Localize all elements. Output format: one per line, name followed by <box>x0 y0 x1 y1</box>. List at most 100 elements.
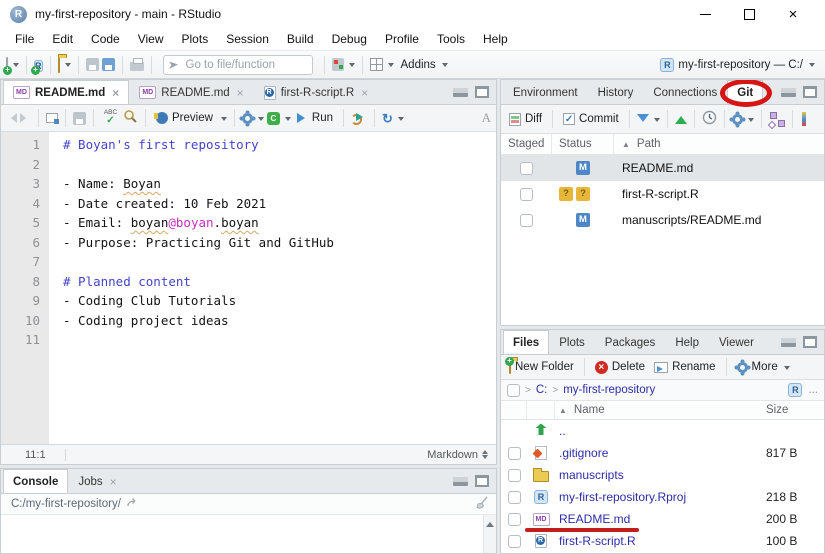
file-checkbox[interactable] <box>507 468 521 482</box>
menu-file[interactable]: File <box>6 30 43 48</box>
save-button[interactable] <box>85 58 99 71</box>
file-row[interactable]: my-first-repository.Rproj 218 B <box>501 486 824 508</box>
version-control-button[interactable] <box>331 58 344 71</box>
file-checkbox[interactable] <box>507 512 521 526</box>
column-status[interactable]: Status <box>552 134 614 154</box>
panes-layout-dropdown[interactable] <box>387 63 394 70</box>
spellcheck-icon[interactable]: ABC ✓ <box>101 110 120 126</box>
tab-connections[interactable]: Connections <box>643 80 727 104</box>
settings-dropdown[interactable] <box>257 116 264 124</box>
menu-profile[interactable]: Profile <box>376 30 428 48</box>
editor-content[interactable]: 1 2 3 4 5 6 7 8 9 10 11 # Boyan's first repository… <box>1 132 496 444</box>
project-selector[interactable]: R my-first-repository — C:/ <box>656 56 819 74</box>
editor-tab-first-r-script-r[interactable]: first-R-script.R × <box>254 80 378 104</box>
pull-dropdown[interactable] <box>653 117 660 125</box>
commit-button[interactable]: ✓ Commit <box>560 111 622 127</box>
file-row[interactable]: first-R-script.R 100 B <box>501 530 824 552</box>
open-recent-dropdown[interactable] <box>64 63 71 70</box>
staged-checkbox[interactable] <box>520 187 533 201</box>
pane-maximize-icon[interactable] <box>475 475 489 487</box>
menu-build[interactable]: Build <box>278 30 323 48</box>
menu-plots[interactable]: Plots <box>173 30 218 48</box>
pane-minimize-icon[interactable] <box>781 87 796 97</box>
console-output[interactable] <box>1 515 483 553</box>
delete-button[interactable]: × Delete <box>592 359 648 376</box>
column-size[interactable]: Size <box>766 404 824 416</box>
version-control-dropdown[interactable] <box>348 63 355 70</box>
pull-icon[interactable] <box>636 114 649 128</box>
file-checkbox[interactable] <box>507 490 521 504</box>
close-icon[interactable]: × <box>110 475 117 489</box>
gear-icon[interactable] <box>731 113 743 125</box>
tab-console[interactable]: Console <box>3 469 69 493</box>
tab-files[interactable]: Files <box>503 330 550 354</box>
preview-button[interactable]: Preview <box>153 110 216 126</box>
rename-button[interactable]: Rename <box>651 359 718 375</box>
pane-minimize-icon[interactable] <box>781 337 796 347</box>
column-staged[interactable]: Staged <box>501 134 552 154</box>
file-link[interactable]: my-first-repository.Rproj <box>559 490 686 504</box>
tab-git[interactable]: Git <box>720 80 773 107</box>
tab-environment[interactable]: Environment <box>503 80 588 104</box>
breadcrumb-item[interactable]: my-first-repository <box>563 384 655 396</box>
git-file-path[interactable]: manuscripts/README.md <box>614 213 824 227</box>
file-row[interactable]: manuscripts <box>501 464 824 486</box>
pane-minimize-icon[interactable] <box>453 476 468 486</box>
file-link[interactable]: .gitignore <box>559 446 608 460</box>
history-clock-icon[interactable] <box>702 110 717 128</box>
source-icon[interactable]: ↻ <box>382 112 393 125</box>
tab-packages[interactable]: Packages <box>595 330 666 354</box>
tab-jobs[interactable]: Jobs × <box>68 469 126 493</box>
file-checkbox[interactable] <box>507 534 521 548</box>
rerun-icon[interactable] <box>351 112 367 125</box>
more-button[interactable]: More <box>734 359 793 375</box>
more-dropdown[interactable] <box>747 117 754 125</box>
new-file-dropdown[interactable] <box>13 63 19 70</box>
git-row[interactable]: Mmanuscripts/README.md <box>501 207 824 233</box>
tab-plots[interactable]: Plots <box>549 330 595 354</box>
new-folder-button[interactable]: + New Folder <box>505 357 577 375</box>
menu-help[interactable]: Help <box>474 30 517 48</box>
file-row[interactable]: README.md 200 B <box>501 508 824 532</box>
editor-code[interactable]: # Boyan's first repository - Name: Boyan… <box>49 132 496 444</box>
file-row[interactable]: .. <box>501 420 824 442</box>
staged-checkbox[interactable] <box>520 161 533 175</box>
new-project-button[interactable]: R + <box>31 58 43 75</box>
file-row[interactable]: .gitignore 817 B <box>501 442 824 464</box>
window-close-button[interactable]: × <box>771 2 815 26</box>
goto-directory-icon[interactable] <box>126 497 139 511</box>
breadcrumb-item[interactable]: C: <box>536 384 548 396</box>
editor-tab-readme-md[interactable]: README.md × <box>3 80 130 104</box>
pane-maximize-icon[interactable] <box>803 86 817 98</box>
file-link[interactable]: .. <box>559 424 566 438</box>
gear-icon[interactable] <box>241 112 253 124</box>
tab-help[interactable]: Help <box>665 330 709 354</box>
git-file-path[interactable]: first-R-script.R <box>614 187 824 201</box>
back-icon[interactable] <box>6 113 17 123</box>
file-link[interactable]: README.md <box>559 512 630 526</box>
column-name[interactable]: ▲ Name <box>555 404 766 416</box>
console-scrollbar[interactable] <box>483 515 496 553</box>
insert-chunk-icon[interactable]: C <box>266 111 280 125</box>
file-link[interactable]: first-R-script.R <box>559 534 636 548</box>
select-all-checkbox[interactable] <box>507 383 520 397</box>
save-icon[interactable] <box>73 111 86 125</box>
path-ellipsis-button[interactable]: ... <box>808 384 818 396</box>
staged-checkbox[interactable] <box>520 213 533 227</box>
window-minimize-button[interactable] <box>683 2 727 26</box>
menu-session[interactable]: Session <box>217 30 278 48</box>
menu-edit[interactable]: Edit <box>43 30 82 48</box>
search-icon[interactable] <box>123 109 138 127</box>
git-row[interactable]: M README.md <box>501 155 824 181</box>
addins-button[interactable]: Addins <box>397 57 452 73</box>
diff-button[interactable]: Diff <box>506 111 545 128</box>
git-file-path[interactable]: README.md <box>614 161 824 175</box>
goto-file-input[interactable] <box>162 54 313 75</box>
pane-maximize-icon[interactable] <box>803 336 817 348</box>
pane-maximize-icon[interactable] <box>475 86 489 98</box>
close-icon[interactable]: × <box>361 86 368 100</box>
file-link[interactable]: manuscripts <box>559 468 624 482</box>
close-icon[interactable]: × <box>112 86 119 100</box>
git-row[interactable]: ?? first-R-script.R <box>501 181 824 207</box>
document-outline-icon[interactable]: A <box>482 110 491 126</box>
